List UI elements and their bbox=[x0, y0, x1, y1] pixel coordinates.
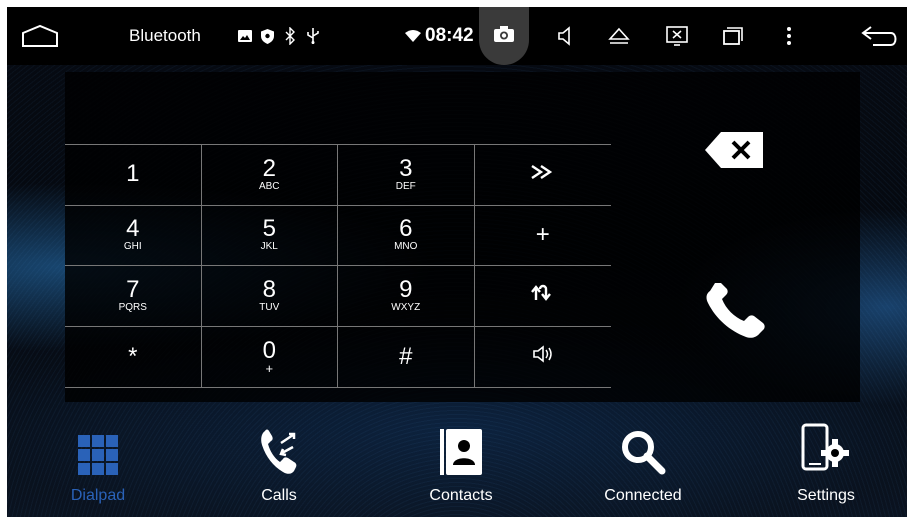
speaker-icon bbox=[531, 344, 555, 369]
key-3[interactable]: 3 DEF bbox=[338, 145, 475, 206]
eject-icon[interactable] bbox=[605, 7, 633, 65]
nav-label: Calls bbox=[261, 487, 297, 504]
screen-off-icon[interactable] bbox=[662, 7, 692, 65]
key-hash[interactable]: # bbox=[338, 326, 475, 387]
key-transfer-audio[interactable] bbox=[474, 266, 611, 327]
phone-settings-icon bbox=[801, 417, 851, 475]
usb-icon bbox=[305, 7, 321, 65]
image-icon bbox=[237, 7, 253, 65]
key-letters: + bbox=[265, 360, 274, 376]
bottom-nav: Dialpad Calls Contacts Connected Setting bbox=[7, 417, 907, 517]
wifi-icon bbox=[403, 7, 423, 65]
transfer-audio-icon bbox=[530, 284, 555, 307]
key-letters: ABC bbox=[258, 180, 280, 192]
key-star[interactable]: * bbox=[65, 326, 202, 387]
back-icon[interactable] bbox=[857, 7, 903, 65]
status-bar: Bluetooth 08:42 bbox=[7, 7, 907, 65]
nav-connected[interactable]: Connected bbox=[578, 417, 708, 517]
camera-icon bbox=[494, 25, 514, 47]
key-digit: 8 bbox=[262, 275, 276, 303]
key-speaker[interactable] bbox=[475, 327, 612, 388]
key-digit: 4 bbox=[126, 215, 140, 243]
key-digit: 5 bbox=[262, 215, 276, 243]
recent-apps-icon[interactable] bbox=[719, 7, 747, 65]
key-5[interactable]: 5 JKL bbox=[201, 205, 338, 266]
nav-label: Contacts bbox=[429, 487, 493, 504]
shield-icon bbox=[259, 7, 275, 65]
volume-icon[interactable] bbox=[552, 7, 578, 65]
calls-icon bbox=[259, 417, 299, 475]
nav-settings[interactable]: Settings bbox=[761, 417, 891, 517]
home-icon[interactable] bbox=[17, 7, 63, 65]
key-4[interactable]: 4 GHI bbox=[65, 205, 202, 266]
key-digit: 0 bbox=[262, 336, 276, 364]
key-letters: DEF bbox=[395, 180, 416, 192]
dialpad-grid-icon bbox=[78, 417, 118, 475]
key-2[interactable]: 2 ABC bbox=[201, 145, 338, 206]
plus-icon: + bbox=[535, 221, 550, 249]
bluetooth-icon bbox=[282, 7, 298, 65]
backspace-button[interactable] bbox=[705, 132, 765, 168]
clock: 08:42 bbox=[425, 25, 474, 46]
backspace-icon bbox=[705, 132, 765, 172]
key-digit: 9 bbox=[399, 275, 413, 303]
screenshot-button[interactable] bbox=[479, 7, 529, 65]
key-letters: PQRS bbox=[118, 301, 147, 313]
key-digit: 3 bbox=[399, 154, 413, 182]
forward-icon bbox=[530, 164, 556, 185]
key-digit: 1 bbox=[126, 160, 140, 188]
app-title: Bluetooth bbox=[129, 26, 201, 45]
nav-label: Dialpad bbox=[70, 487, 126, 504]
key-digit: * bbox=[128, 342, 138, 370]
key-letters: GHI bbox=[123, 241, 142, 253]
more-icon[interactable] bbox=[777, 7, 801, 65]
key-digit: 2 bbox=[262, 154, 276, 182]
keypad: 1 2 ABC 3 DEF 4 GHI 5 JKL 6 MNO + 7 PQRS… bbox=[65, 144, 611, 388]
phone-icon bbox=[700, 281, 770, 343]
key-6[interactable]: 6 MNO bbox=[338, 205, 475, 266]
key-letters: JKL bbox=[260, 241, 278, 253]
key-letters: WXYZ bbox=[391, 301, 421, 313]
key-plus[interactable]: + bbox=[474, 206, 611, 266]
key-digit: # bbox=[399, 342, 413, 370]
nav-label: Settings bbox=[797, 487, 855, 504]
key-7[interactable]: 7 PQRS bbox=[65, 266, 202, 327]
nav-dialpad[interactable]: Dialpad bbox=[33, 417, 163, 517]
nav-calls[interactable]: Calls bbox=[214, 417, 344, 517]
screen: Bluetooth 08:42 1 2 ABC 3 DEF 4 GHI 5 JK… bbox=[7, 7, 907, 517]
key-digit: 7 bbox=[126, 275, 140, 303]
key-digit: 6 bbox=[399, 215, 413, 243]
call-button[interactable] bbox=[700, 281, 770, 339]
key-8[interactable]: 8 TUV bbox=[201, 266, 338, 327]
nav-label: Connected bbox=[604, 487, 682, 504]
key-0[interactable]: 0 + bbox=[202, 326, 338, 387]
key-1[interactable]: 1 bbox=[65, 145, 202, 206]
nav-contacts[interactable]: Contacts bbox=[396, 417, 526, 517]
key-forward[interactable] bbox=[474, 145, 611, 206]
contacts-icon bbox=[440, 417, 482, 475]
key-9[interactable]: 9 WXYZ bbox=[338, 266, 475, 327]
search-icon bbox=[620, 417, 666, 475]
key-letters: MNO bbox=[394, 241, 418, 253]
key-letters: TUV bbox=[259, 301, 280, 313]
